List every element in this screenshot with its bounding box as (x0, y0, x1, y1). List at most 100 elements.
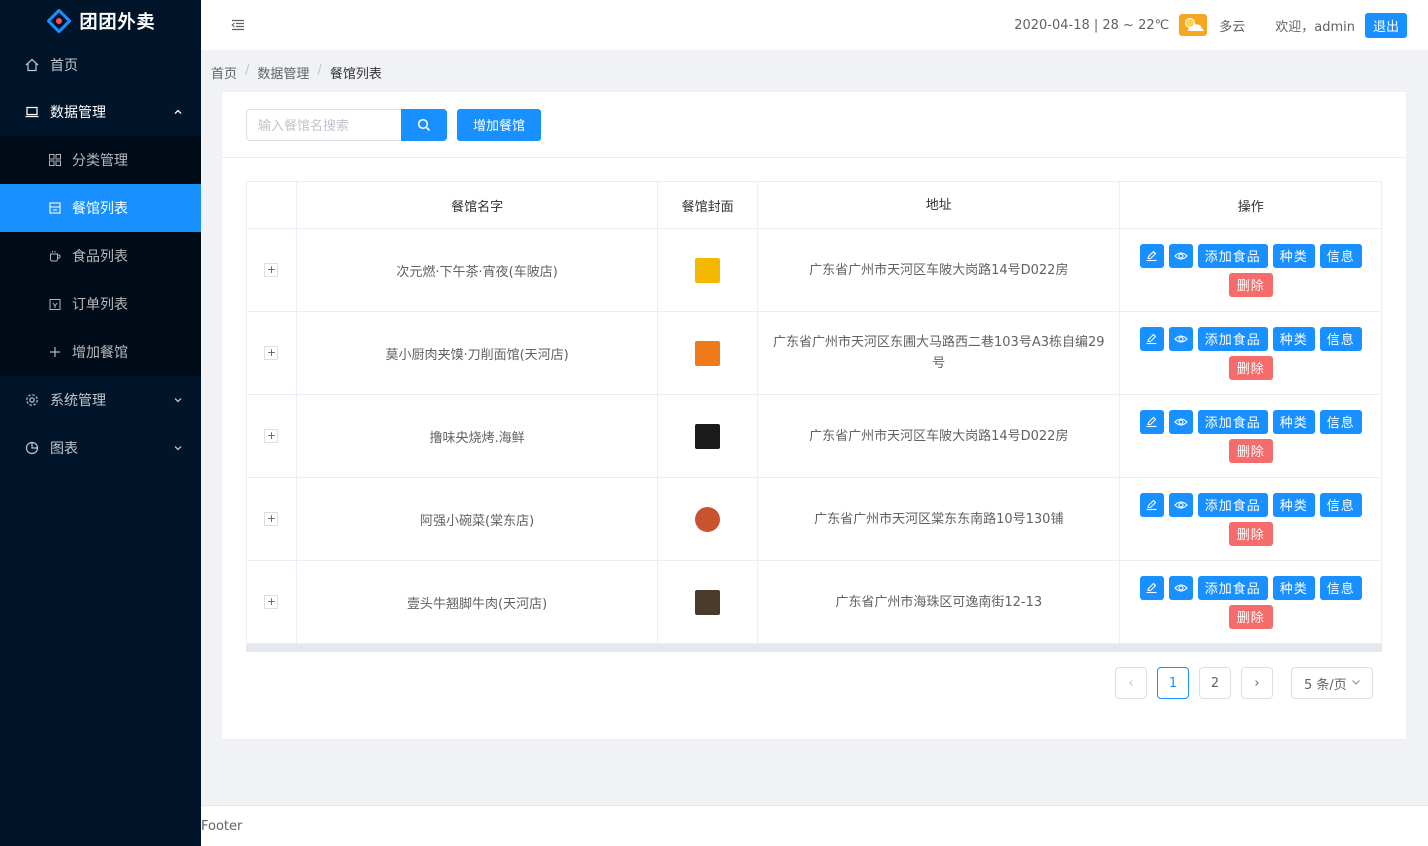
home-icon (24, 57, 40, 73)
setting-icon (24, 392, 40, 408)
coffee-icon (48, 249, 62, 263)
add-restaurant-button[interactable]: 增加餐馆 (457, 108, 542, 141)
info-button[interactable]: 信息 (1319, 326, 1362, 351)
laptop-icon (24, 104, 40, 120)
category-button[interactable]: 种类 (1272, 492, 1315, 517)
breadcrumb: 首页 / 数据管理 / 餐馆列表 (211, 63, 382, 82)
table-row: + 莫小厨肉夹馍·刀削面馆(天河店) 广东省广州市天河区东圃大马路西二巷103号… (247, 312, 1381, 395)
info-button[interactable]: 信息 (1319, 243, 1362, 268)
edit-button[interactable] (1139, 575, 1164, 600)
expand-row-button[interactable]: + (264, 263, 279, 277)
sidebar-item-charts[interactable]: 图表 (0, 424, 201, 472)
add-food-button[interactable]: 添加食品 (1197, 492, 1268, 517)
delete-button[interactable]: 删除 (1228, 438, 1273, 463)
restaurant-cover-image (695, 423, 721, 449)
add-food-button[interactable]: 添加食品 (1197, 409, 1268, 434)
sidebar-item-data-management[interactable]: 数据管理 (0, 88, 201, 136)
restaurant-list-card: 输入餐馆名搜索 增加餐馆 餐馆名字 餐馆封面 地址 操作 + 次元燃·下午茶·宵… (221, 91, 1407, 740)
add-food-button[interactable]: 添加食品 (1197, 326, 1268, 351)
cover-cell (658, 561, 759, 643)
delete-button[interactable]: 删除 (1228, 604, 1273, 629)
action-buttons: 添加食品 种类 信息 删除 (1139, 409, 1362, 463)
page-button-1[interactable]: 1 (1157, 667, 1189, 699)
page-size-select[interactable]: 5 条/页 (1291, 667, 1373, 699)
delete-button[interactable]: 删除 (1228, 272, 1273, 297)
info-button[interactable]: 信息 (1319, 409, 1362, 434)
restaurant-name: 莫小厨肉夹馍·刀削面馆(天河店) (297, 312, 659, 394)
view-button[interactable] (1168, 492, 1193, 517)
next-page-button[interactable]: › (1241, 667, 1273, 699)
sidebar-item-system[interactable]: 系统管理 (0, 376, 201, 424)
table-header-row: 餐馆名字 餐馆封面 地址 操作 (247, 182, 1381, 229)
category-button[interactable]: 种类 (1272, 409, 1315, 434)
column-header-cover: 餐馆封面 (658, 182, 759, 228)
expand-cell: + (247, 395, 297, 477)
edit-button[interactable] (1139, 326, 1164, 351)
restaurant-address: 广东省广州市天河区棠东东南路10号130铺 (758, 478, 1121, 560)
menu-fold-icon[interactable] (231, 18, 245, 32)
sidebar-item-label: 增加餐馆 (72, 345, 128, 361)
search-input[interactable]: 输入餐馆名搜索 (246, 108, 401, 141)
view-button[interactable] (1168, 243, 1193, 268)
expand-cell: + (247, 312, 297, 394)
expand-cell: + (247, 478, 297, 560)
column-header-expand (247, 182, 297, 228)
footer: Footer (201, 805, 1428, 846)
delete-button[interactable]: 删除 (1228, 521, 1273, 546)
edit-button[interactable] (1139, 492, 1164, 517)
breadcrumb-home[interactable]: 首页 (211, 63, 237, 82)
restaurant-address: 广东省广州市天河区车陂大岗路14号D022房 (758, 229, 1121, 311)
chevron-down-icon (173, 441, 183, 457)
app-logo[interactable]: 团团外卖 (0, 0, 201, 41)
cover-cell (658, 478, 759, 560)
table-row: + 撸味央烧烤.海鲜 广东省广州市天河区车陂大岗路14号D022房 添加食品 种… (247, 395, 1381, 478)
action-row: 添加食品 种类 信息 (1139, 243, 1362, 268)
expand-row-button[interactable]: + (264, 346, 279, 360)
add-food-button[interactable]: 添加食品 (1197, 575, 1268, 600)
edit-icon (1146, 416, 1157, 428)
category-button[interactable]: 种类 (1272, 243, 1315, 268)
sidebar-item-category[interactable]: 分类管理 (0, 136, 201, 184)
restaurant-name: 阿强小碗菜(棠东店) (297, 478, 659, 560)
pagination: ‹ 1 2 › 5 条/页 (1115, 667, 1373, 699)
eye-icon (1173, 583, 1188, 592)
restaurant-cover-image (695, 340, 721, 366)
toolbar: 输入餐馆名搜索 增加餐馆 (222, 92, 1406, 158)
expand-row-button[interactable]: + (264, 595, 279, 609)
footer-text: Footer (201, 819, 243, 834)
view-button[interactable] (1168, 326, 1193, 351)
sidebar-item-restaurant-list[interactable]: 餐馆列表 (0, 184, 201, 232)
logo-icon (45, 7, 72, 34)
prev-page-button[interactable]: ‹ (1115, 667, 1147, 699)
search-button[interactable] (401, 108, 447, 141)
sidebar-item-home[interactable]: 首页 (0, 41, 201, 88)
appstore-icon (48, 153, 62, 167)
delete-button[interactable]: 删除 (1228, 355, 1273, 380)
sidebar-item-add-restaurant[interactable]: 增加餐馆 (0, 328, 201, 376)
logout-button[interactable]: 退出 (1364, 12, 1407, 38)
column-header-name: 餐馆名字 (297, 182, 659, 228)
pie-chart-icon (24, 440, 40, 456)
view-button[interactable] (1168, 409, 1193, 434)
restaurant-name: 壹头牛翘脚牛肉(天河店) (297, 561, 659, 643)
eye-icon (1173, 334, 1188, 343)
restaurant-cover-image (695, 257, 721, 283)
expand-cell: + (247, 561, 297, 643)
sidebar-item-label: 图表 (50, 441, 78, 457)
info-button[interactable]: 信息 (1319, 575, 1362, 600)
sidebar-item-food-list[interactable]: 食品列表 (0, 232, 201, 280)
page-button-2[interactable]: 2 (1199, 667, 1231, 699)
add-food-button[interactable]: 添加食品 (1197, 243, 1268, 268)
sidebar-item-order-list[interactable]: 订单列表 (0, 280, 201, 328)
expand-row-button[interactable]: + (264, 512, 279, 526)
info-button[interactable]: 信息 (1319, 492, 1362, 517)
breadcrumb-data-management[interactable]: 数据管理 (257, 63, 309, 82)
actions-cell: 添加食品 种类 信息 删除 (1120, 478, 1381, 560)
expand-row-button[interactable]: + (264, 429, 279, 443)
category-button[interactable]: 种类 (1272, 326, 1315, 351)
edit-button[interactable] (1139, 243, 1164, 268)
horizontal-scrollbar[interactable] (246, 644, 1382, 652)
category-button[interactable]: 种类 (1272, 575, 1315, 600)
edit-button[interactable] (1139, 409, 1164, 434)
view-button[interactable] (1168, 575, 1193, 600)
